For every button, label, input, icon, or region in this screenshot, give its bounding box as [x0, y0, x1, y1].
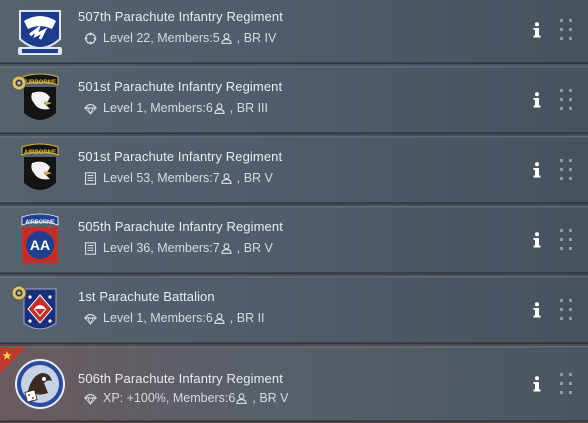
- squad-row-501st-a[interactable]: AIRBORNE 501st Parachute Infantry Regime…: [0, 66, 588, 134]
- svg-text:AA: AA: [30, 237, 50, 253]
- person-icon: [214, 312, 225, 324]
- squad-members: Members:6: [150, 101, 213, 115]
- info-icon[interactable]: [531, 301, 543, 319]
- squad-row-505th[interactable]: AIRBORNE AA 505th Parachute Infantry Reg…: [0, 206, 588, 274]
- 506th-pir-emblem: [14, 357, 66, 411]
- squad-row-1st-battalion[interactable]: 1st Parachute Battalion Level 1, Members…: [0, 276, 588, 344]
- squad-name: 507th Parachute Infantry Regiment: [78, 9, 283, 24]
- person-icon: [236, 392, 247, 404]
- drag-handle-icon[interactable]: [557, 295, 575, 325]
- 82nd-airborne-emblem: AIRBORNE AA: [14, 213, 66, 267]
- squad-members: Members:6: [172, 391, 236, 405]
- squad-br: BR II: [236, 311, 265, 325]
- squad-members: Members:5: [157, 31, 220, 45]
- squad-stats: Level 22, Members:5 , BR IV: [84, 31, 276, 45]
- squad-row-506th[interactable]: 506th Parachute Infantry Regiment XP: +1…: [0, 346, 588, 422]
- squad-br: BR IV: [243, 31, 277, 45]
- squad-row-501st-b[interactable]: AIRBORNE 501st Parachute Infantry Regime…: [0, 136, 588, 204]
- squad-level: Level 36: [103, 241, 151, 255]
- squad-xp-bonus: XP: +100%: [103, 391, 166, 405]
- drag-handle-icon[interactable]: [557, 155, 575, 185]
- squad-level: Level 1: [103, 311, 144, 325]
- squad-stats: Level 1, Members:6 , BR III: [84, 101, 268, 115]
- squad-level: Level 53: [103, 171, 151, 185]
- svg-text:AIRBORNE: AIRBORNE: [24, 150, 56, 156]
- info-icon[interactable]: [531, 231, 543, 249]
- squad-br: BR V: [243, 241, 273, 255]
- squad-stats: Level 36, Members:7 , BR V: [84, 241, 273, 255]
- squad-stats: XP: +100%, Members:6 , BR V: [84, 391, 289, 405]
- 101st-airborne-emblem: AIRBORNE: [14, 143, 66, 197]
- squad-stats: Level 53, Members:7 , BR V: [84, 171, 273, 185]
- list-icon: [84, 171, 97, 185]
- achievement-badge-icon: [11, 75, 27, 91]
- squad-name: 505th Parachute Infantry Regiment: [78, 219, 283, 234]
- crosshair-icon: [84, 32, 97, 45]
- parachute-icon: [84, 392, 97, 405]
- squad-row-507th[interactable]: 507th Parachute Infantry Regiment Level …: [0, 0, 588, 64]
- person-icon: [221, 242, 232, 254]
- person-icon: [221, 172, 232, 184]
- squad-list: 507th Parachute Infantry Regiment Level …: [0, 0, 588, 423]
- drag-handle-icon[interactable]: [557, 85, 575, 115]
- info-icon[interactable]: [531, 375, 543, 393]
- info-icon[interactable]: [531, 21, 543, 39]
- squad-members: Members:7: [157, 241, 220, 255]
- squad-members: Members:6: [150, 311, 213, 325]
- 507th-pir-emblem: [14, 5, 66, 59]
- squad-stats: Level 1, Members:6 , BR II: [84, 311, 265, 325]
- person-icon: [214, 102, 225, 114]
- squad-name: 506th Parachute Infantry Regiment: [78, 371, 283, 386]
- info-icon[interactable]: [531, 161, 543, 179]
- squad-br: BR III: [236, 101, 269, 115]
- squad-name: 501st Parachute Infantry Regiment: [78, 149, 283, 164]
- parachute-icon: [84, 312, 97, 325]
- achievement-badge-icon: [11, 285, 27, 301]
- drag-handle-icon[interactable]: [557, 15, 575, 45]
- squad-name: 1st Parachute Battalion: [78, 289, 215, 304]
- parachute-icon: [84, 102, 97, 115]
- drag-handle-icon[interactable]: [557, 225, 575, 255]
- svg-text:AIRBORNE: AIRBORNE: [24, 80, 56, 86]
- list-icon: [84, 241, 97, 255]
- squad-members: Members:7: [157, 171, 220, 185]
- squad-level: Level 22: [103, 31, 151, 45]
- squad-br: BR V: [259, 391, 289, 405]
- squad-name: 501st Parachute Infantry Regiment: [78, 79, 283, 94]
- squad-br: BR V: [243, 171, 273, 185]
- svg-text:AIRBORNE: AIRBORNE: [25, 220, 55, 226]
- squad-level: Level 1: [103, 101, 144, 115]
- person-icon: [221, 32, 232, 44]
- drag-handle-icon[interactable]: [557, 369, 575, 399]
- info-icon[interactable]: [531, 91, 543, 109]
